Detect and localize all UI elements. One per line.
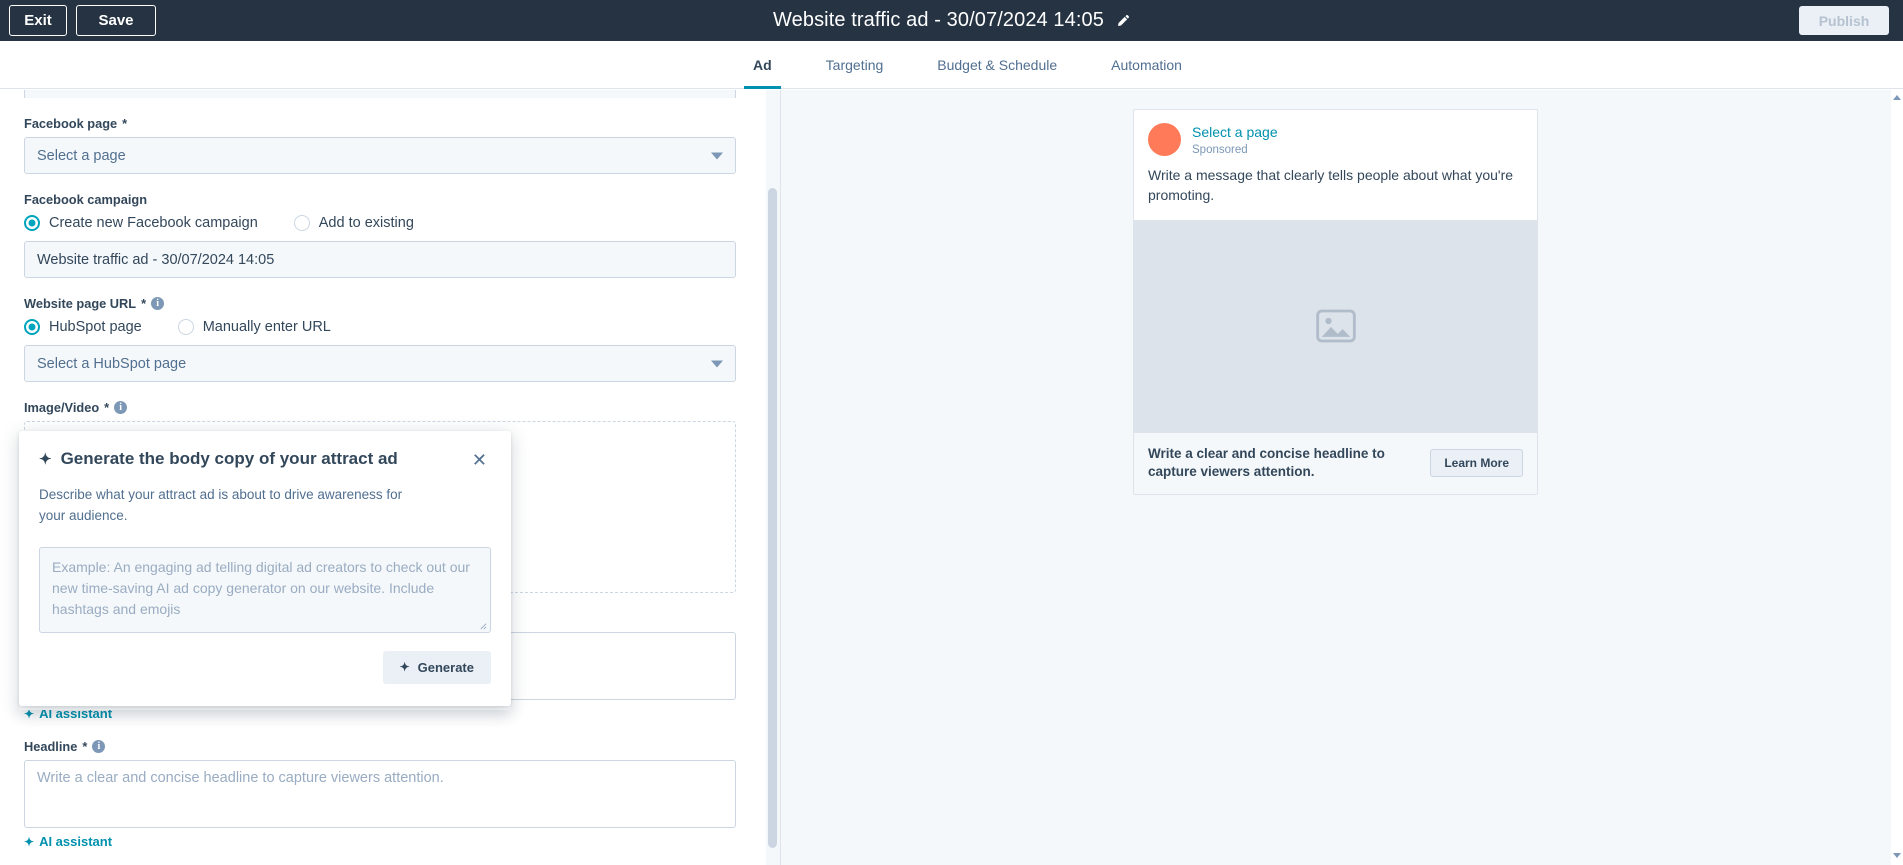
radio-indicator xyxy=(24,319,40,335)
image-video-label-text: Image/Video xyxy=(24,400,100,415)
required-asterisk: * xyxy=(141,296,147,311)
radio-indicator xyxy=(24,215,40,231)
radio-label: Create new Facebook campaign xyxy=(49,215,258,231)
save-button[interactable]: Save xyxy=(76,5,156,36)
modal-prompt-textarea[interactable]: Example: An engaging ad telling digital … xyxy=(39,546,491,633)
modal-title-text: Generate the body copy of your attract a… xyxy=(60,449,398,468)
scroll-up-button[interactable] xyxy=(1892,92,1902,102)
facebook-page-select-value: Select a page xyxy=(37,147,126,164)
radio-label: Add to existing xyxy=(318,215,414,231)
headline-label-text: Headline xyxy=(24,739,78,754)
ad-preview-card: Select a page Sponsored Write a message … xyxy=(1133,109,1538,496)
headline-label: Headline * i xyxy=(24,739,736,754)
avatar xyxy=(1148,123,1181,156)
ad-preview-footer: Write a clear and concise headline to ca… xyxy=(1134,432,1537,495)
website-page-url-radio-group: HubSpot page Manually enter URL xyxy=(24,319,736,335)
website-page-url-label: Website page URL * i xyxy=(24,296,736,311)
page-scrollbar-track[interactable] xyxy=(1891,90,1903,865)
chevron-down-icon xyxy=(711,152,723,159)
scroll-down-button[interactable] xyxy=(1892,850,1902,860)
website-page-url-label-text: Website page URL xyxy=(24,296,137,311)
facebook-campaign-label-text: Facebook campaign xyxy=(24,192,148,207)
generate-button-label: Generate xyxy=(417,659,474,675)
required-asterisk: * xyxy=(104,400,110,415)
pencil-icon[interactable] xyxy=(1116,14,1130,28)
tab-budget-schedule[interactable]: Budget & Schedule xyxy=(910,41,1084,89)
radio-label: HubSpot page xyxy=(49,319,142,335)
ad-preview-cta-button[interactable]: Learn More xyxy=(1430,449,1523,478)
facebook-campaign-radio-group: Create new Facebook campaign Add to exis… xyxy=(24,215,736,231)
chevron-down-icon xyxy=(711,360,723,367)
close-icon[interactable]: ✕ xyxy=(468,449,491,471)
tab-ad[interactable]: Ad xyxy=(726,41,799,89)
radio-indicator xyxy=(293,215,310,231)
ad-preview-identity: Select a page Sponsored xyxy=(1192,123,1278,155)
info-icon[interactable]: i xyxy=(114,401,128,414)
field-facebook-page: Facebook page * Select a page xyxy=(24,116,736,174)
radio-hubspot-page[interactable]: HubSpot page xyxy=(24,319,142,335)
ad-preview-area: Select a page Sponsored Write a message … xyxy=(781,90,1891,865)
required-asterisk: * xyxy=(122,116,128,131)
image-video-label: Image/Video * i xyxy=(24,400,736,415)
page-title: Website traffic ad - 30/07/2024 14:05 xyxy=(773,9,1104,31)
field-headline: Headline * i Write a clear and concise h… xyxy=(24,739,736,849)
tab-targeting[interactable]: Targeting xyxy=(799,41,911,89)
publish-button[interactable]: Publish xyxy=(1799,6,1889,35)
radio-indicator xyxy=(177,319,194,335)
facebook-page-label: Facebook page * xyxy=(24,116,736,131)
hubspot-page-select[interactable]: Select a HubSpot page xyxy=(24,345,736,382)
hubspot-page-select-value: Select a HubSpot page xyxy=(37,355,187,372)
ad-preview-page-name[interactable]: Select a page xyxy=(1192,123,1278,141)
tab-bar: Ad Targeting Budget & Schedule Automatio… xyxy=(0,41,1903,89)
radio-manually-enter-url[interactable]: Manually enter URL xyxy=(177,319,331,335)
facebook-campaign-label: Facebook campaign xyxy=(24,192,736,207)
ad-preview-header: Select a page Sponsored xyxy=(1134,110,1537,165)
ad-preview-image-placeholder xyxy=(1134,219,1537,433)
generate-body-copy-modal: ✦ Generate the body copy of your attract… xyxy=(19,431,511,706)
modal-header: ✦ Generate the body copy of your attract… xyxy=(19,431,511,471)
radio-create-new-facebook-campaign[interactable]: Create new Facebook campaign xyxy=(24,215,258,231)
generate-button[interactable]: ✦ Generate xyxy=(382,650,491,684)
modal-prompt-placeholder: Example: An engaging ad telling digital … xyxy=(52,558,470,617)
modal-title: ✦ Generate the body copy of your attract… xyxy=(39,449,398,469)
headline-ai-assistant-button[interactable]: ✦ AI assistant xyxy=(24,834,736,849)
form-scrollbar-thumb[interactable] xyxy=(768,188,777,848)
image-placeholder-icon xyxy=(1315,309,1356,343)
facebook-page-label-text: Facebook page xyxy=(24,116,118,131)
facebook-page-select[interactable]: Select a page xyxy=(24,137,736,174)
ad-preview-headline: Write a clear and concise headline to ca… xyxy=(1148,445,1385,480)
info-icon[interactable]: i xyxy=(92,740,106,753)
headline-ai-assistant-label: AI assistant xyxy=(39,834,113,849)
headline-textarea[interactable]: Write a clear and concise headline to ca… xyxy=(24,760,736,828)
field-website-page-url: Website page URL * i HubSpot page Manual… xyxy=(24,296,736,382)
field-facebook-campaign: Facebook campaign Create new Facebook ca… xyxy=(24,192,736,278)
campaign-name-value: Website traffic ad - 30/07/2024 14:05 xyxy=(37,251,275,268)
headline-textarea-placeholder: Write a clear and concise headline to ca… xyxy=(37,770,444,786)
radio-label: Manually enter URL xyxy=(202,319,331,335)
required-asterisk: * xyxy=(82,739,88,754)
sparkle-icon: ✦ xyxy=(39,450,52,468)
arrow-up-icon xyxy=(1893,94,1901,100)
resize-handle-icon xyxy=(480,623,487,630)
ad-preview-message: Write a message that clearly tells peopl… xyxy=(1148,167,1514,204)
modal-description: Describe what your attract ad is about t… xyxy=(39,487,403,523)
sparkle-icon: ✦ xyxy=(24,834,35,849)
campaign-name-input[interactable]: Website traffic ad - 30/07/2024 14:05 xyxy=(24,241,736,278)
exit-button[interactable]: Exit xyxy=(9,5,67,36)
ad-preview-sponsored-label: Sponsored xyxy=(1192,143,1248,156)
sparkle-icon: ✦ xyxy=(399,660,410,675)
tab-automation[interactable]: Automation xyxy=(1084,41,1209,89)
info-icon[interactable]: i xyxy=(151,297,165,310)
arrow-down-icon xyxy=(1893,852,1901,858)
radio-add-to-existing[interactable]: Add to existing xyxy=(293,215,414,231)
previous-field-partial xyxy=(24,90,736,98)
modal-footer: ✦ Generate xyxy=(19,633,511,706)
